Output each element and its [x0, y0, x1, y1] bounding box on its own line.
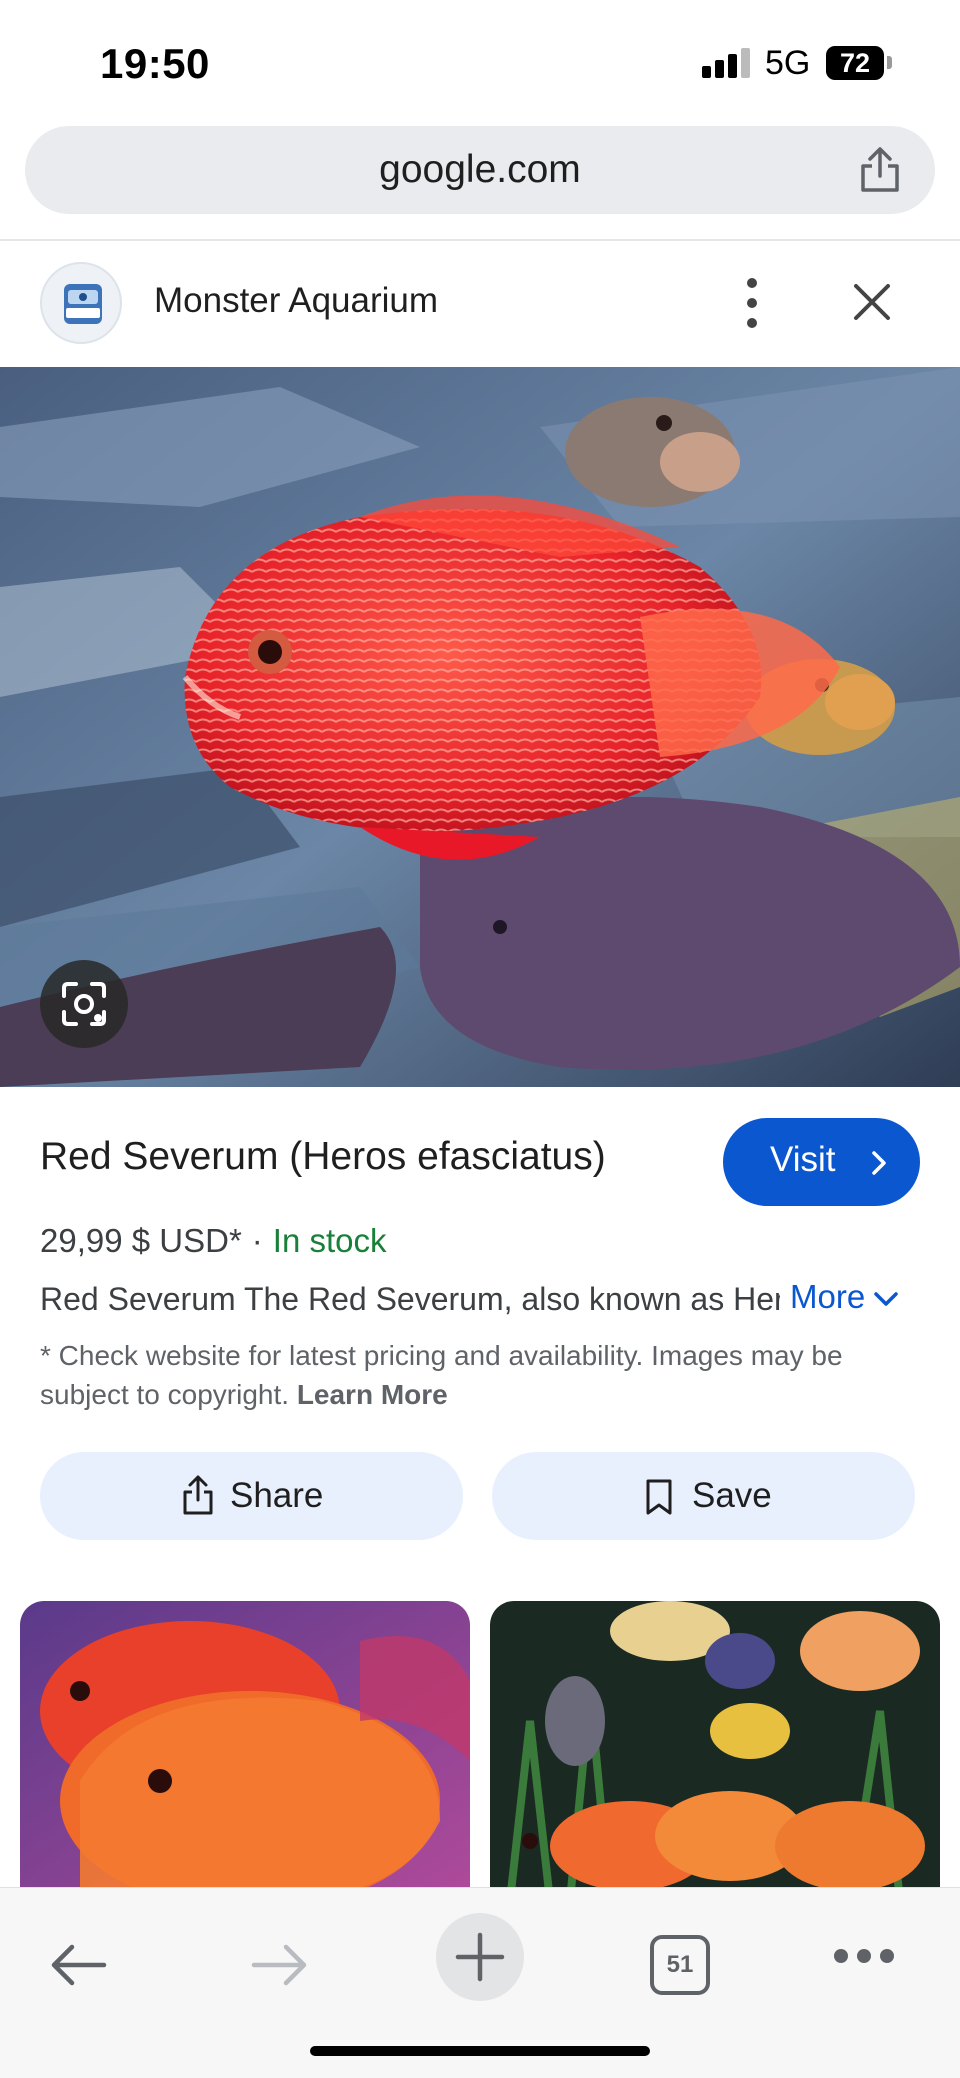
share-icon: [183, 1475, 213, 1515]
kebab-menu-icon[interactable]: [740, 278, 764, 328]
back-arrow-icon[interactable]: [48, 1940, 110, 1990]
close-icon[interactable]: [852, 282, 892, 322]
more-dots-icon[interactable]: [834, 1949, 894, 1965]
visit-button[interactable]: Visit: [723, 1118, 920, 1206]
learn-more-link[interactable]: Learn More: [297, 1379, 448, 1410]
status-time: 19:50: [100, 40, 210, 87]
url-text[interactable]: google.com: [25, 148, 935, 192]
description: Red Severum The Red Severum, also known …: [40, 1281, 780, 1317]
new-tab-button[interactable]: [436, 1913, 524, 2001]
chevron-right-icon: [872, 1151, 886, 1175]
network-label: 5G: [765, 44, 811, 82]
battery-icon: 72: [826, 46, 884, 80]
stock-status: In stock: [272, 1222, 387, 1259]
related-image[interactable]: [490, 1601, 940, 1901]
separator: ·: [251, 1222, 263, 1259]
price-line: 29,99 $ USD* · In stock: [40, 1222, 387, 1260]
plus-icon: [455, 1932, 505, 1982]
site-name[interactable]: Monster Aquarium: [154, 281, 438, 321]
share-icon[interactable]: [857, 146, 903, 194]
lens-camera-icon[interactable]: [40, 960, 128, 1048]
disclaimer: * Check website for latest pricing and a…: [40, 1336, 920, 1414]
share-label: Share: [230, 1476, 324, 1515]
more-label: More: [790, 1278, 866, 1315]
product-image[interactable]: [0, 367, 960, 1087]
price: 29,99 $ USD*: [40, 1222, 242, 1259]
save-label: Save: [692, 1476, 772, 1515]
bookmark-icon: [646, 1479, 672, 1515]
forward-arrow-icon[interactable]: [248, 1940, 310, 1990]
status-bar: 19:50 5G 72: [0, 0, 960, 120]
home-indicator: [310, 2046, 650, 2056]
related-image[interactable]: [20, 1601, 470, 1901]
share-button[interactable]: Share: [40, 1452, 463, 1540]
battery-tip: [887, 56, 892, 69]
address-bar[interactable]: google.com: [25, 126, 935, 214]
more-button[interactable]: More: [790, 1278, 899, 1316]
chevron-down-icon: [874, 1292, 898, 1307]
divider: [0, 239, 960, 241]
visit-label: Visit: [770, 1140, 836, 1179]
tab-switcher[interactable]: 51: [650, 1935, 710, 1995]
signal-icon: [702, 48, 752, 78]
save-button[interactable]: Save: [492, 1452, 915, 1540]
product-title: Red Severum (Heros efasciatus): [40, 1135, 606, 1178]
site-logo: [40, 262, 122, 344]
